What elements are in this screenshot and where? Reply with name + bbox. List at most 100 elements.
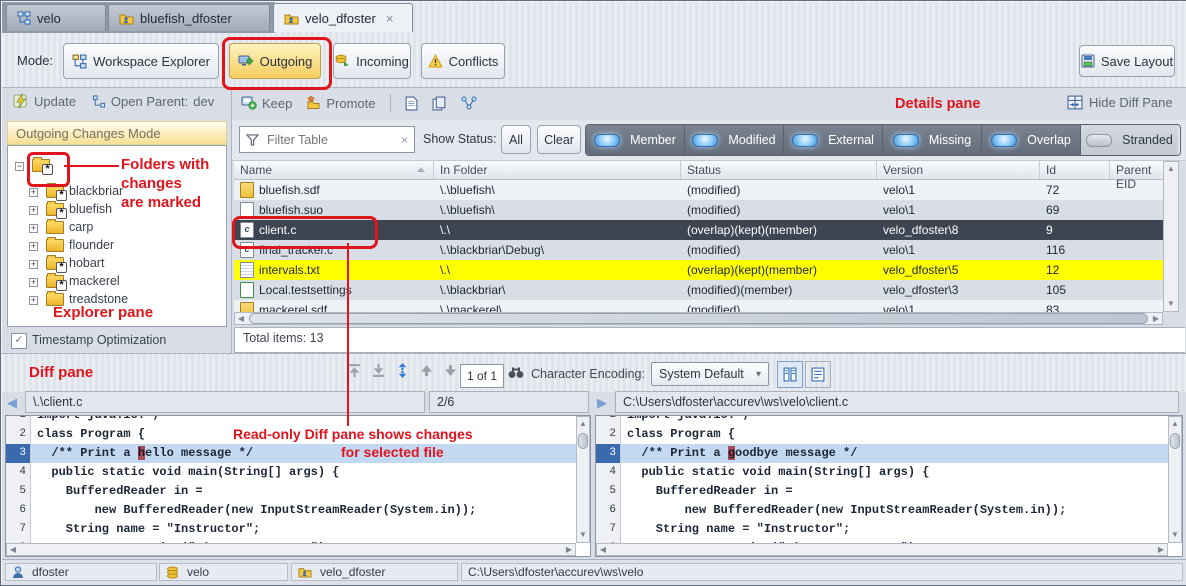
- tree-item-mackerel[interactable]: mackerel: [69, 274, 120, 288]
- tree-item-carp[interactable]: carp: [69, 220, 93, 234]
- side-by-side-view-button[interactable]: [777, 361, 803, 388]
- toggle-overlap[interactable]: Overlap: [982, 125, 1081, 155]
- folder-icon[interactable]: [46, 239, 64, 252]
- tree-root-expander[interactable]: −: [15, 162, 24, 171]
- tab-bluefish-dfoster[interactable]: bluefish_dfoster: [108, 4, 270, 31]
- tree-expander[interactable]: +: [29, 296, 38, 305]
- tree-item-blackbriar[interactable]: blackbriar: [69, 184, 123, 198]
- scroll-right-icon[interactable]: ▶: [1150, 314, 1162, 324]
- scroll-up-icon[interactable]: ▲: [1169, 419, 1181, 429]
- scroll-up-icon[interactable]: ▲: [577, 419, 589, 429]
- sync-scroll-icon[interactable]: [395, 363, 410, 378]
- column-header-name[interactable]: Name: [234, 161, 434, 179]
- diff-counter-input[interactable]: [460, 364, 504, 388]
- promote-button[interactable]: Promote: [306, 96, 375, 111]
- table-row[interactable]: Local.testsettings\.\blackbriar\(modifie…: [234, 280, 1163, 300]
- changed-folder-icon[interactable]: *: [46, 203, 64, 216]
- copy-icon[interactable]: [432, 96, 447, 111]
- scrollbar-thumb[interactable]: [1170, 433, 1180, 449]
- previous-difference-icon[interactable]: [419, 363, 434, 378]
- incoming-button[interactable]: Incoming: [333, 43, 411, 79]
- tab-velo[interactable]: velo: [6, 4, 106, 31]
- toggle-stranded[interactable]: Stranded: [1081, 125, 1178, 155]
- scroll-right-icon[interactable]: ▶: [563, 545, 575, 555]
- scroll-up-icon[interactable]: ▲: [1164, 164, 1178, 174]
- diff-right-vertical-scrollbar[interactable]: ▲ ▼: [1168, 416, 1182, 543]
- scroll-left-icon[interactable]: ◀: [597, 545, 609, 555]
- tree-item-bluefish[interactable]: bluefish: [69, 202, 112, 216]
- toggle-missing[interactable]: Missing: [883, 125, 982, 155]
- tree-expander[interactable]: +: [29, 206, 38, 215]
- workspace-explorer-button[interactable]: Workspace Explorer: [63, 43, 219, 79]
- toggle-member[interactable]: Member: [586, 125, 685, 155]
- first-difference-icon[interactable]: [347, 363, 362, 378]
- version-tree-icon[interactable]: [461, 96, 477, 110]
- scroll-down-icon[interactable]: ▼: [1169, 530, 1181, 540]
- table-row-overlap[interactable]: intervals.txt\.\(overlap)(kept)(member)v…: [234, 260, 1163, 280]
- scroll-down-icon[interactable]: ▼: [577, 530, 589, 540]
- next-difference-icon[interactable]: [443, 363, 458, 378]
- scroll-left-icon[interactable]: ◀: [235, 314, 247, 324]
- close-icon[interactable]: ×: [386, 11, 394, 26]
- character-encoding-select[interactable]: System Default ▾: [651, 362, 769, 386]
- status-user-label: dfoster: [32, 565, 69, 579]
- column-header-version[interactable]: Version: [877, 161, 1040, 179]
- scroll-left-icon[interactable]: ◀: [7, 545, 19, 555]
- scroll-right-icon[interactable]: ▶: [1155, 545, 1167, 555]
- column-header-id[interactable]: Id: [1040, 161, 1110, 179]
- scroll-down-icon[interactable]: ▼: [1164, 299, 1178, 309]
- find-binoculars-icon[interactable]: [508, 365, 524, 379]
- column-header-in-folder[interactable]: In Folder: [434, 161, 681, 179]
- diff-nav-icons: [347, 363, 458, 378]
- changed-folder-icon[interactable]: *: [46, 257, 64, 270]
- tree-item-flounder[interactable]: flounder: [69, 238, 114, 252]
- tree-expander[interactable]: +: [29, 188, 38, 197]
- filter-clear-icon[interactable]: ×: [401, 133, 408, 147]
- diff-left-arrow-icon[interactable]: ◀: [7, 395, 17, 411]
- status-user-cell: dfoster: [5, 563, 157, 581]
- last-difference-icon[interactable]: [371, 363, 386, 378]
- tree-expander[interactable]: +: [29, 260, 38, 269]
- scrollbar-thumb[interactable]: [578, 433, 588, 449]
- tree-expander[interactable]: +: [29, 278, 38, 287]
- table-row[interactable]: bluefish.sdf\.\bluefish\(modified)velo\1…: [234, 180, 1163, 200]
- diff-right-horizontal-scrollbar[interactable]: ◀ ▶: [596, 543, 1168, 556]
- scrollbar-thumb[interactable]: [249, 313, 1148, 324]
- toggle-on-icon: [792, 134, 818, 147]
- unified-view-icon: [811, 367, 825, 382]
- column-header-status[interactable]: Status: [681, 161, 877, 179]
- toggle-modified[interactable]: Modified: [685, 125, 784, 155]
- unified-view-button[interactable]: [805, 361, 831, 388]
- status-all-button[interactable]: All: [501, 125, 531, 154]
- hide-diff-pane-button[interactable]: Hide Diff Pane: [1067, 95, 1173, 110]
- filter-table-input[interactable]: [265, 132, 395, 148]
- column-header-parent-eid[interactable]: Parent EID: [1110, 161, 1163, 179]
- status-toggle-group: Member Modified External Missing Overlap…: [585, 124, 1181, 156]
- diff-right-code-pane[interactable]: 1import java.io.*; 2class Program { 3 /*…: [595, 415, 1183, 557]
- tab-velo-dfoster[interactable]: velo_dfoster ×: [273, 3, 413, 32]
- document-icon[interactable]: [405, 96, 418, 111]
- keep-label: Keep: [262, 96, 292, 111]
- table-row[interactable]: mackerel.sdf\.\mackerel\(modified)velo\1…: [234, 300, 1163, 312]
- open-parent-button[interactable]: Open Parent: dev: [92, 94, 214, 109]
- tree-item-hobart[interactable]: hobart: [69, 256, 104, 270]
- keep-button[interactable]: Keep: [241, 96, 292, 111]
- update-button[interactable]: Update: [13, 93, 76, 109]
- code-line: BufferedReader in =: [31, 482, 203, 501]
- table-horizontal-scrollbar[interactable]: ◀ ▶: [234, 312, 1163, 325]
- status-clear-button[interactable]: Clear: [537, 125, 581, 154]
- diff-left-vertical-scrollbar[interactable]: ▲ ▼: [576, 416, 590, 543]
- table-vertical-scrollbar[interactable]: ▲ ▼: [1163, 161, 1179, 312]
- changed-folder-icon[interactable]: *: [46, 275, 64, 288]
- diff-left-horizontal-scrollbar[interactable]: ◀ ▶: [6, 543, 576, 556]
- toggle-external[interactable]: External: [784, 125, 883, 155]
- save-layout-button[interactable]: Save Layout: [1079, 45, 1175, 77]
- code-line: public static void main(String[] args) {: [621, 463, 929, 482]
- timestamp-optimization-checkbox[interactable]: ✓: [11, 333, 27, 349]
- tree-expander[interactable]: +: [29, 224, 38, 233]
- folder-icon[interactable]: [46, 221, 64, 234]
- tree-expander[interactable]: +: [29, 242, 38, 251]
- changed-folder-annotation-ring: [27, 152, 70, 187]
- diff-right-arrow-icon[interactable]: ▶: [597, 395, 607, 411]
- conflicts-button[interactable]: Conflicts: [421, 43, 505, 79]
